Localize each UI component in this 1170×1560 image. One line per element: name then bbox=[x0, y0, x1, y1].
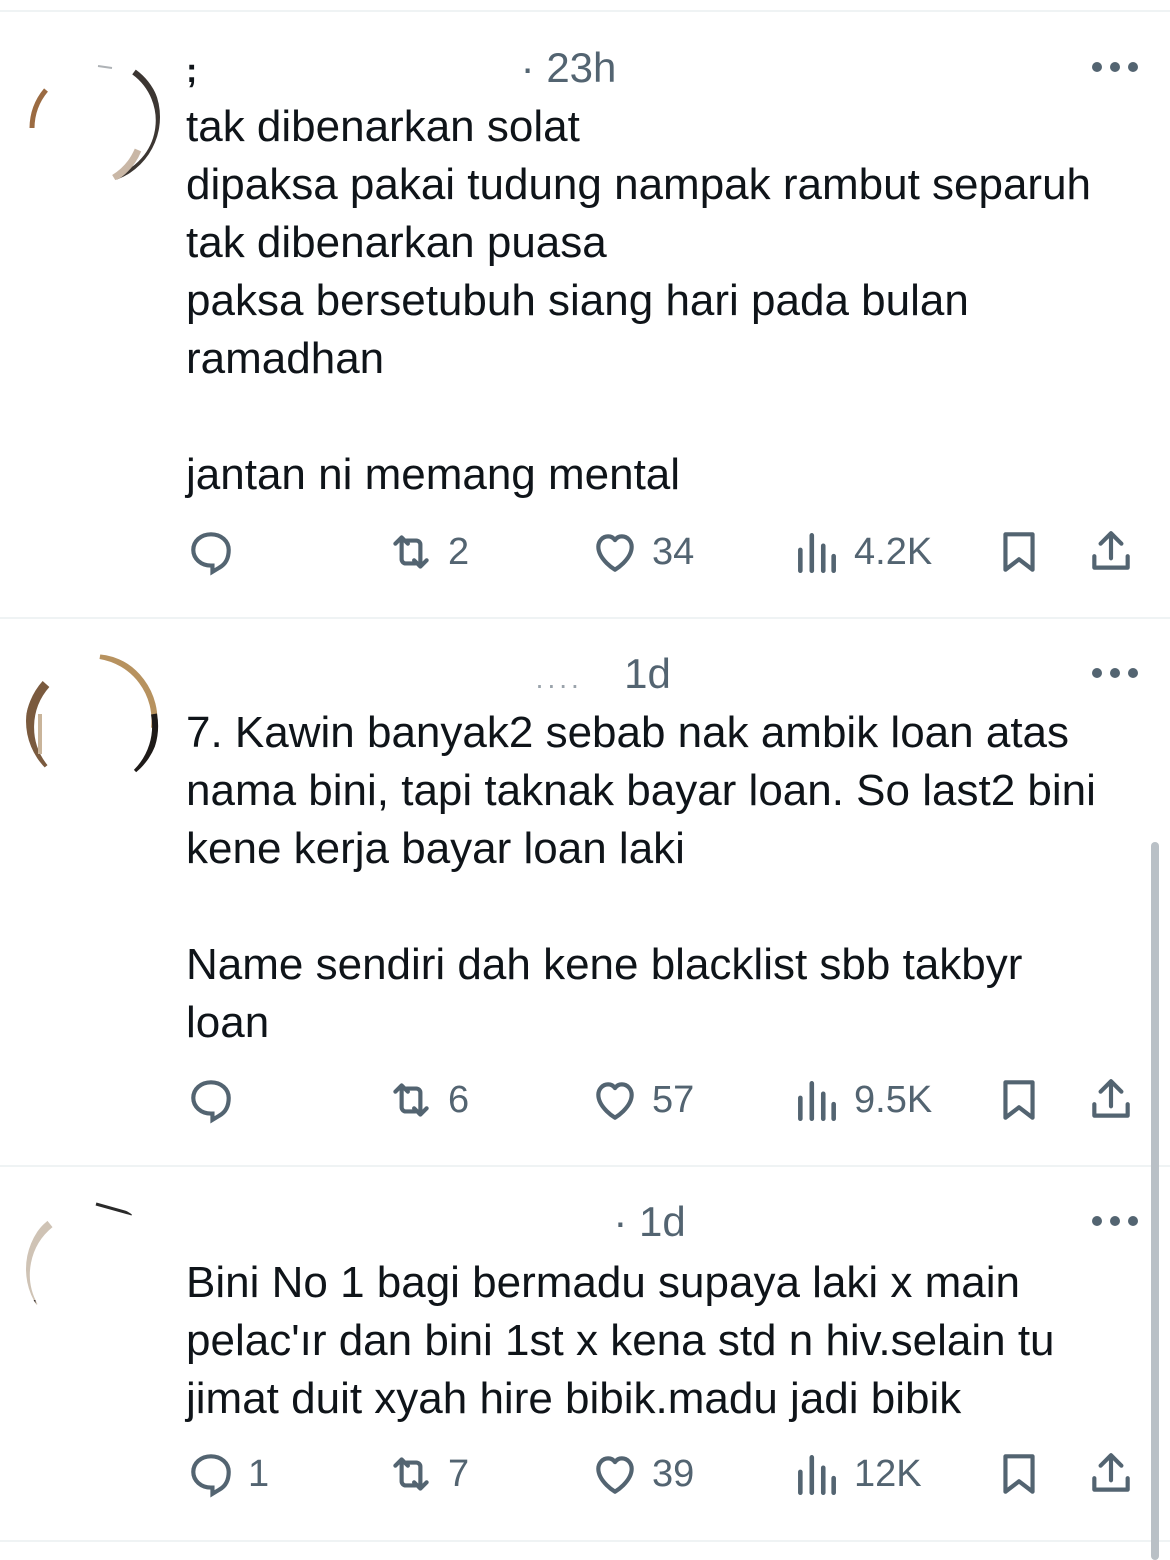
tweet-header: · 1d bbox=[186, 1198, 1086, 1246]
heart-icon bbox=[596, 1082, 634, 1120]
tweet[interactable]: · 1d Bini No 1 bagi bermadu supaya laki … bbox=[0, 1166, 1170, 1560]
avatar-image bbox=[26, 1202, 133, 1310]
views-button[interactable]: 12K bbox=[792, 1444, 922, 1504]
timestamp[interactable]: · 1d bbox=[613, 1198, 685, 1245]
share-icon bbox=[1092, 531, 1130, 570]
like-count: 57 bbox=[652, 1079, 695, 1121]
share-button[interactable] bbox=[1086, 1070, 1136, 1130]
scrollbar[interactable] bbox=[1151, 842, 1159, 1560]
timestamp[interactable]: 1d bbox=[624, 650, 671, 697]
share-button[interactable] bbox=[1086, 1444, 1136, 1504]
tweet-text: tak dibenarkan solat dipaksa pakai tudun… bbox=[186, 102, 1092, 499]
reply-icon bbox=[191, 532, 231, 576]
tweet[interactable]: .... 1d 7. Kawin banyak2 sebab nak ambik… bbox=[0, 618, 1170, 1166]
avatar[interactable] bbox=[26, 654, 160, 788]
retweet-count: 2 bbox=[448, 531, 470, 573]
view-count: 12K bbox=[854, 1453, 922, 1495]
share-button[interactable] bbox=[1086, 522, 1136, 582]
tweet-actions: 6 57 9.5K bbox=[186, 1070, 1146, 1130]
tweet-divider bbox=[0, 1540, 1170, 1542]
retweet-icon bbox=[393, 1083, 429, 1117]
like-count: 39 bbox=[652, 1453, 695, 1495]
view-count: 4.2K bbox=[854, 531, 933, 573]
views-chart-icon bbox=[798, 1081, 836, 1122]
avatar-image bbox=[26, 654, 159, 775]
avatar[interactable] bbox=[26, 1202, 160, 1336]
views-chart-icon bbox=[798, 1455, 836, 1496]
author-name[interactable]: .... bbox=[536, 663, 583, 694]
bookmark-icon bbox=[1003, 1080, 1035, 1120]
timestamp[interactable]: · 23h bbox=[521, 44, 617, 91]
tweet-actions: 1 7 39 12K bbox=[186, 1444, 1146, 1504]
views-button[interactable]: 4.2K bbox=[792, 522, 932, 582]
retweet-icon bbox=[393, 1457, 429, 1491]
reply-button[interactable] bbox=[186, 522, 248, 582]
tweet-header: ; · 23h bbox=[186, 44, 1086, 92]
retweet-icon bbox=[393, 535, 429, 569]
avatar-image bbox=[29, 65, 160, 181]
bookmark-button[interactable] bbox=[994, 1444, 1044, 1504]
bookmark-button[interactable] bbox=[994, 1070, 1044, 1130]
tweet-header: .... 1d bbox=[186, 650, 1086, 698]
retweet-count: 7 bbox=[448, 1453, 470, 1495]
retweet-count: 6 bbox=[448, 1079, 470, 1121]
more-dots-icon[interactable] bbox=[1092, 1214, 1138, 1228]
author-name[interactable]: ; bbox=[186, 47, 197, 95]
like-button[interactable]: 39 bbox=[590, 1444, 694, 1504]
heart-icon bbox=[596, 1456, 634, 1494]
tweet-text: Bini No 1 bagi bermadu supaya laki x mai… bbox=[186, 1258, 1055, 1423]
reply-button[interactable] bbox=[186, 1070, 248, 1130]
like-button[interactable]: 57 bbox=[590, 1070, 694, 1130]
tweet[interactable]: ; · 23h tak dibenarkan solat dipaksa pak… bbox=[0, 0, 1170, 618]
like-count: 34 bbox=[652, 531, 695, 573]
retweet-button[interactable]: 7 bbox=[386, 1444, 469, 1504]
views-chart-icon bbox=[798, 533, 836, 574]
share-icon bbox=[1092, 1079, 1130, 1118]
heart-icon bbox=[596, 534, 634, 572]
tweet-actions: 2 34 4.2K bbox=[186, 522, 1146, 582]
retweet-button[interactable]: 2 bbox=[386, 522, 469, 582]
share-icon bbox=[1092, 1453, 1130, 1492]
retweet-button[interactable]: 6 bbox=[386, 1070, 469, 1130]
views-button[interactable]: 9.5K bbox=[792, 1070, 932, 1130]
more-dots-icon[interactable] bbox=[1092, 60, 1138, 74]
view-count: 9.5K bbox=[854, 1079, 933, 1121]
reply-icon bbox=[191, 1080, 231, 1124]
more-dots-icon[interactable] bbox=[1092, 666, 1138, 680]
tweet-text: 7. Kawin banyak2 sebab nak ambik loan at… bbox=[186, 708, 1096, 1047]
reply-button[interactable]: 1 bbox=[186, 1444, 269, 1504]
bookmark-icon bbox=[1003, 532, 1035, 572]
reply-count: 1 bbox=[248, 1453, 270, 1495]
avatar[interactable] bbox=[26, 50, 160, 184]
bookmark-button[interactable] bbox=[994, 522, 1044, 582]
reply-icon bbox=[191, 1454, 231, 1498]
like-button[interactable]: 34 bbox=[590, 522, 694, 582]
bookmark-icon bbox=[1003, 1454, 1035, 1494]
